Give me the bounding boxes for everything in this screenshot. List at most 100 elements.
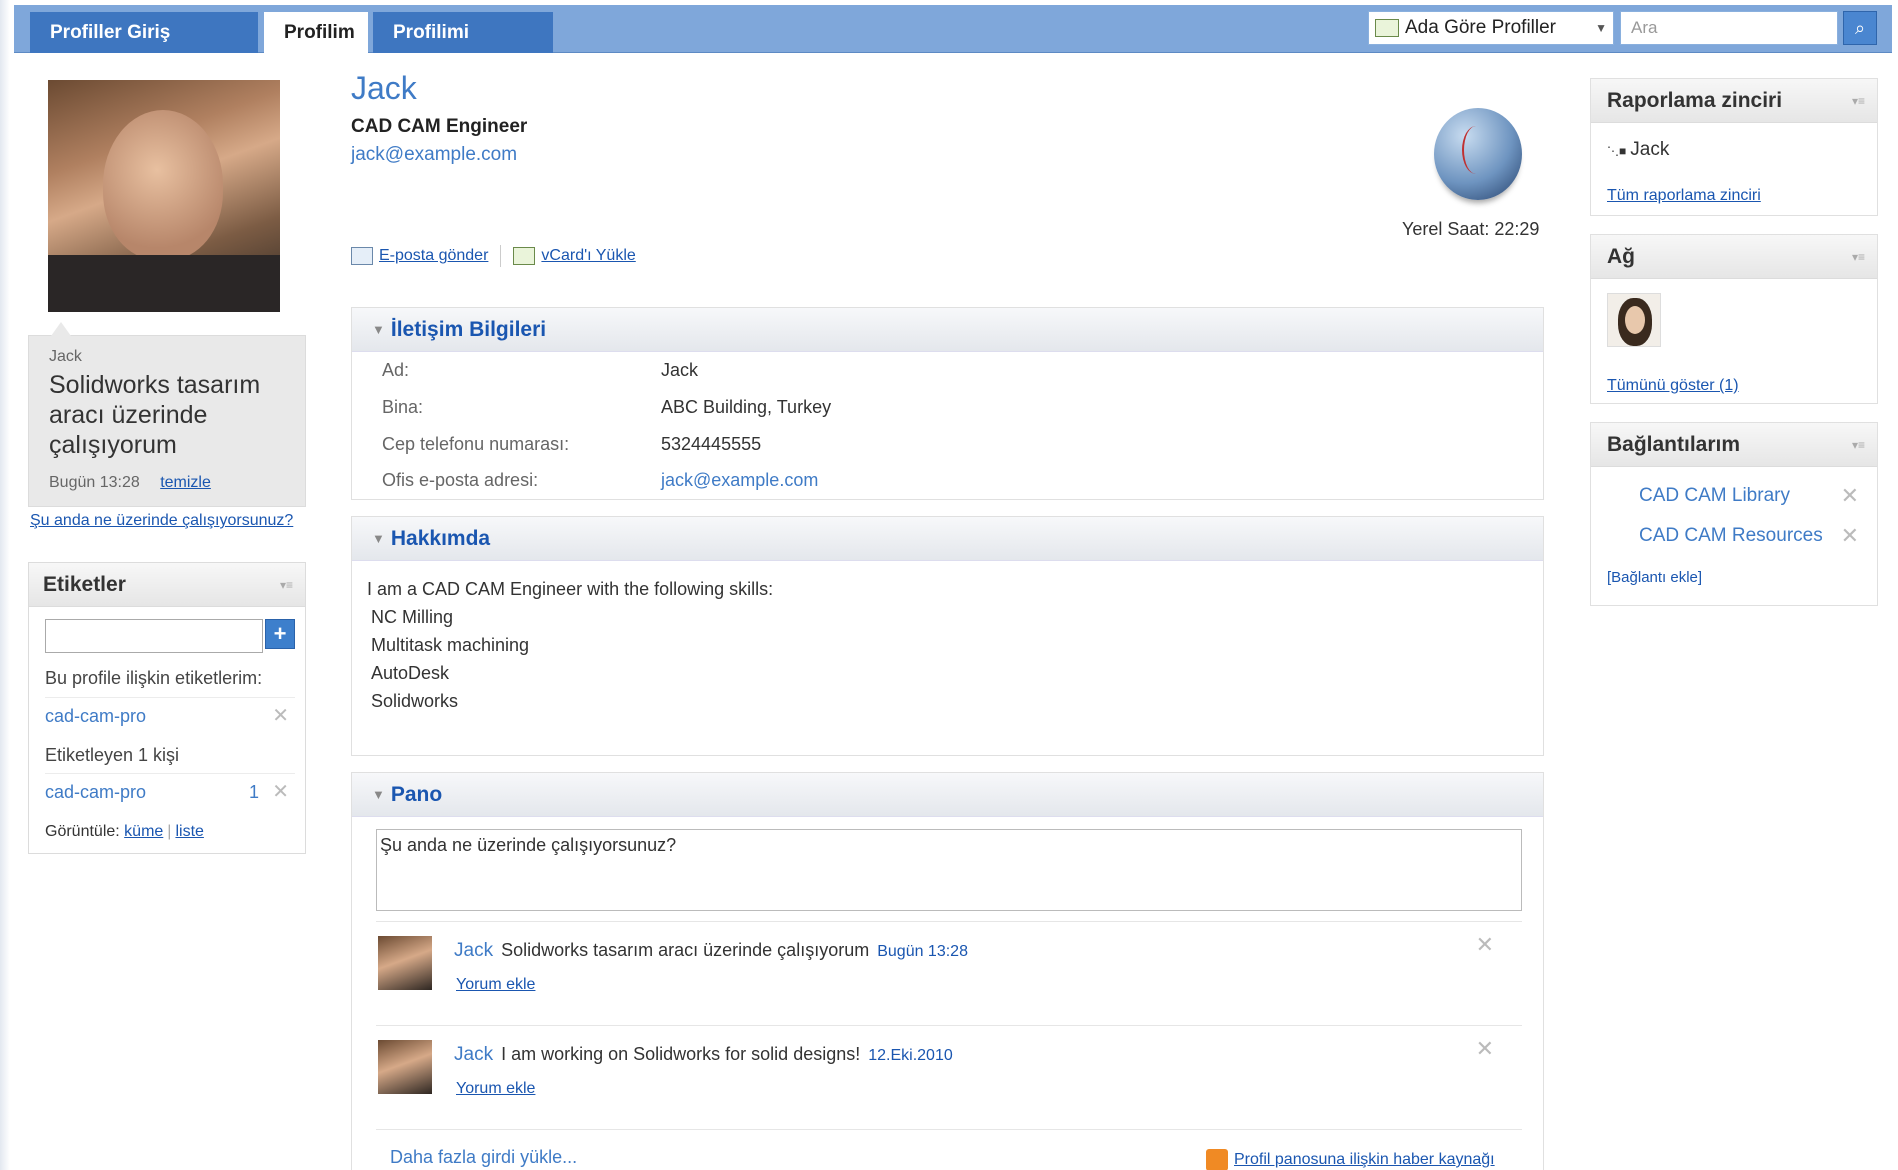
- tags-header: Etiketler ▾≡: [29, 563, 305, 607]
- post-author-link[interactable]: Jack: [454, 1044, 493, 1065]
- skill-item: Multitask machining: [371, 635, 530, 655]
- profile-name: Jack: [351, 70, 417, 106]
- my-links-header: Bağlantılarım ▾≡: [1591, 423, 1877, 467]
- widget-menu-icon[interactable]: ▾≡: [1852, 79, 1865, 123]
- tree-node-icon: ⋱■: [1607, 144, 1627, 158]
- my-tag-row: cad-cam-pro ✕: [45, 697, 295, 733]
- tag-view-label: Görüntüle:: [45, 823, 120, 840]
- delete-post-icon[interactable]: ✕: [1476, 1036, 1494, 1062]
- contact-section-header[interactable]: ▼ İletişim Bilgileri: [352, 308, 1543, 352]
- reporting-chain-title: Raporlama zinciri: [1607, 89, 1783, 112]
- contact-row: Bina: ABC Building, Turkey: [382, 397, 831, 418]
- contact-value: Jack: [661, 360, 699, 380]
- board-feed-link[interactable]: Profil panosuna ilişkin haber kaynağı: [1206, 1149, 1495, 1170]
- collapse-icon: ▼: [372, 531, 385, 546]
- board-post: Jack I am working on Solidworks for solid…: [376, 1025, 1522, 1129]
- skill-item: NC Milling: [371, 607, 454, 627]
- about-section: ▼ Hakkımda I am a CAD CAM Engineer with t…: [351, 516, 1544, 756]
- tagger-count[interactable]: 1: [249, 774, 259, 810]
- remove-tag-icon[interactable]: ✕: [272, 698, 289, 734]
- collapse-icon: ▼: [372, 322, 385, 337]
- network-header: Ağ ▾≡: [1591, 235, 1877, 279]
- link-item-label[interactable]: CAD CAM Resources: [1639, 525, 1823, 546]
- link-item: CAD CAM Resources ✕: [1639, 523, 1859, 549]
- avatar[interactable]: [1607, 293, 1661, 347]
- board-section-header[interactable]: ▼ Pano: [352, 773, 1543, 817]
- delete-post-icon[interactable]: ✕: [1476, 932, 1494, 958]
- post-text: I am working on Solidworks for solid des…: [501, 1044, 861, 1064]
- post-line: Jack I am working on Solidworks for solid…: [454, 1044, 953, 1066]
- status-name: Jack: [49, 348, 82, 365]
- search-icon: ⌕: [1854, 18, 1866, 38]
- tags-widget: Etiketler ▾≡ + Bu profile ilişkin etiket…: [28, 562, 306, 854]
- profile-card-icon: [1375, 19, 1399, 37]
- board-section-title: Pano: [390, 783, 443, 806]
- search-button[interactable]: ⌕: [1843, 11, 1877, 45]
- taggers-label: Etiketleyen 1 kişi: [45, 745, 180, 765]
- tab-my-profile[interactable]: Profilim: [264, 12, 368, 53]
- my-links-title: Bağlantılarım: [1607, 433, 1741, 456]
- clear-status-link[interactable]: temizle: [160, 474, 211, 491]
- post-author-link[interactable]: Jack: [454, 940, 493, 961]
- show-all-network-link[interactable]: Tümünü göster (1): [1607, 377, 1739, 395]
- profile-actions: E-posta gönder vCard'ı Yükle: [351, 245, 636, 267]
- my-tag-link[interactable]: cad-cam-pro: [45, 706, 146, 726]
- my-links-widget: Bağlantılarım ▾≡ CAD CAM Library ✕ CAD CAM…: [1590, 422, 1878, 606]
- remove-link-icon[interactable]: ✕: [1841, 483, 1859, 509]
- reporting-chain-item[interactable]: ⋱■ Jack: [1607, 139, 1669, 161]
- vcard-link[interactable]: vCard'ı Yükle: [541, 247, 635, 264]
- remove-link-icon[interactable]: ✕: [1841, 523, 1859, 549]
- board-feed-label: Profil panosuna ilişkin haber kaynağı: [1234, 1151, 1495, 1169]
- search-scope-select[interactable]: Ada Göre Profiller ▼: [1368, 11, 1614, 45]
- profile-email-link[interactable]: jack@example.com: [351, 144, 517, 166]
- update-status-link[interactable]: Şu anda ne üzerinde çalışıyorsunuz?: [30, 512, 293, 530]
- board-post-input[interactable]: Şu anda ne üzerinde çalışıyorsunuz?: [376, 829, 1522, 911]
- avatar[interactable]: [378, 1040, 432, 1094]
- tagger-tag-link[interactable]: cad-cam-pro: [45, 782, 146, 802]
- about-section-header[interactable]: ▼ Hakkımda: [352, 517, 1543, 561]
- add-comment-link[interactable]: Yorum ekle: [456, 976, 535, 994]
- office-email-link[interactable]: jack@example.com: [661, 470, 818, 490]
- post-line: Jack Solidworks tasarım aracı üzerinde ça…: [454, 940, 968, 962]
- widget-menu-icon[interactable]: ▾≡: [280, 563, 293, 607]
- contact-row: Ad: Jack: [382, 360, 698, 381]
- widget-menu-icon[interactable]: ▾≡: [1852, 235, 1865, 279]
- tag-view-options: Görüntüle: küme | liste: [45, 823, 204, 840]
- full-reporting-chain-link[interactable]: Tüm raporlama zinciri: [1607, 187, 1761, 205]
- tag-view-cloud-link[interactable]: küme: [124, 823, 163, 840]
- link-item-label[interactable]: CAD CAM Library: [1639, 485, 1790, 506]
- contact-label: Ad:: [382, 360, 410, 380]
- reporting-chain-widget: Raporlama zinciri ▾≡ ⋱■ Jack Tüm raporlama…: [1590, 78, 1878, 216]
- photo-face: [103, 110, 223, 260]
- status-meta: Bugün 13:28 temizle: [49, 474, 285, 492]
- avatar[interactable]: [378, 936, 432, 990]
- contact-label: Ofis e-posta adresi:: [382, 470, 539, 490]
- contact-row: Cep telefonu numarası: 5324445555: [382, 434, 761, 455]
- vcard-icon: [513, 247, 536, 265]
- post-time[interactable]: 12.Eki.2010: [868, 1047, 953, 1064]
- collapse-icon: ▼: [372, 787, 385, 802]
- add-tag-button[interactable]: +: [265, 619, 295, 649]
- rss-icon: [1206, 1149, 1228, 1170]
- status-pointer: [51, 322, 71, 336]
- search-scope-label: Ada Göre Profiller: [1405, 17, 1557, 38]
- contact-value: 5324445555: [661, 434, 762, 454]
- about-section-title: Hakkımda: [390, 527, 491, 550]
- tab-profiles-home[interactable]: Profiller Giriş Sayfası: [30, 12, 258, 84]
- remove-tag-icon[interactable]: ✕: [272, 774, 289, 810]
- photo-shirt: [48, 255, 280, 312]
- add-link-button[interactable]: [Bağlantı ekle]: [1607, 569, 1702, 586]
- widget-menu-icon[interactable]: ▾≡: [1852, 423, 1865, 467]
- network-widget: Ağ ▾≡ Tümünü göster (1): [1590, 234, 1878, 404]
- send-email-link[interactable]: E-posta gönder: [379, 247, 488, 264]
- tag-input[interactable]: [45, 619, 263, 653]
- search-input[interactable]: Ara: [1620, 11, 1838, 45]
- contact-section: ▼ İletişim Bilgileri Ad: Jack Bina: ABC Bui…: [351, 307, 1544, 500]
- add-comment-link[interactable]: Yorum ekle: [456, 1080, 535, 1098]
- tag-view-list-link[interactable]: liste: [175, 823, 203, 840]
- post-text: Solidworks tasarım aracı üzerinde çalışı…: [501, 940, 870, 960]
- status-box: Jack Solidworks tasarım aracı üzerinde ç…: [28, 322, 306, 507]
- load-more-link[interactable]: Daha fazla girdi yükle...: [390, 1147, 577, 1168]
- tab-edit-profile[interactable]: Profilimi Düzenle: [373, 12, 553, 84]
- post-time[interactable]: Bugün 13:28: [877, 943, 968, 960]
